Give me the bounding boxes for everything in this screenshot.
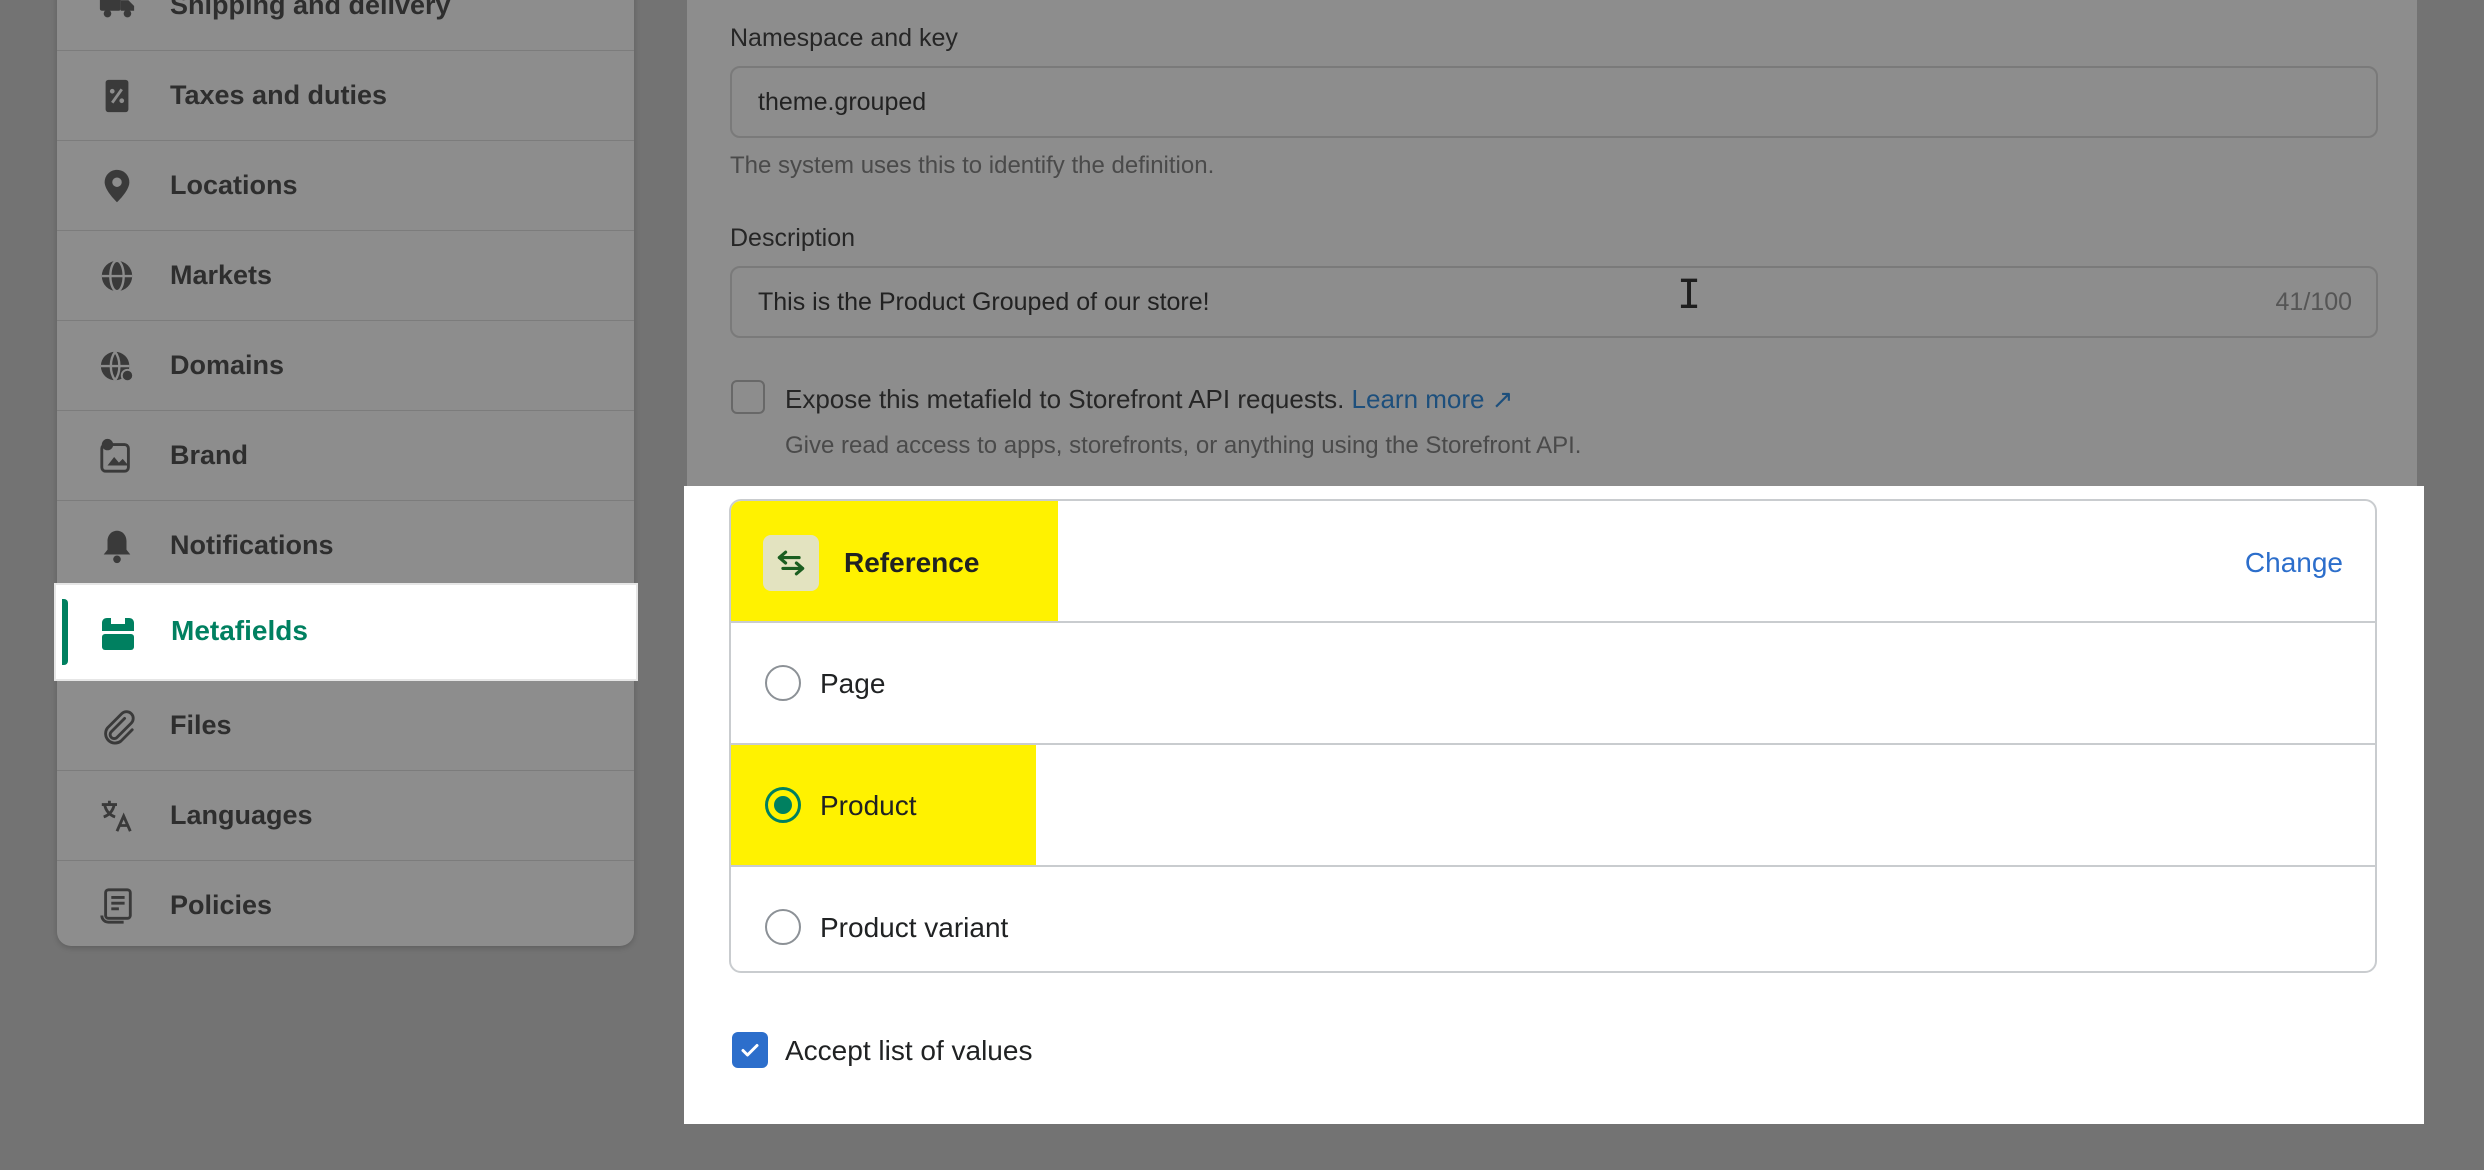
sidebar-item-label: Domains bbox=[170, 350, 285, 380]
type-option-page[interactable]: Page bbox=[731, 623, 2375, 745]
sidebar-item-policies[interactable]: Policies bbox=[57, 860, 634, 950]
sidebar-item-languages[interactable]: Languages bbox=[57, 770, 634, 860]
sidebar-item-label: Locations bbox=[170, 170, 298, 200]
option-label: Page bbox=[820, 668, 886, 699]
reference-icon bbox=[763, 535, 819, 591]
radio-product-variant[interactable] bbox=[765, 909, 801, 945]
type-option-product-variant[interactable]: Product variant bbox=[731, 867, 2375, 971]
paperclip-icon bbox=[97, 706, 137, 746]
metafields-icon bbox=[102, 618, 134, 650]
namespace-value: theme.grouped bbox=[758, 88, 927, 116]
radio-product[interactable] bbox=[765, 787, 801, 823]
sidebar-item-domains[interactable]: Domains bbox=[57, 320, 634, 410]
character-counter: 41/100 bbox=[2275, 288, 2352, 316]
accept-list-checkbox[interactable] bbox=[732, 1032, 768, 1068]
option-label: Product variant bbox=[820, 912, 1009, 943]
type-title: Reference bbox=[844, 547, 980, 578]
sidebar-item-label: Brand bbox=[170, 440, 249, 470]
sidebar-item-label: Languages bbox=[170, 800, 313, 830]
sidebar-item-label: Shipping and delivery bbox=[170, 0, 451, 20]
truck-icon bbox=[97, 0, 137, 25]
type-header-row: Reference Change bbox=[731, 501, 2375, 623]
reference-type-list: Reference Change Page Product Product va… bbox=[729, 499, 2377, 973]
description-value: This is the Product Grouped of our store… bbox=[758, 288, 1210, 316]
description-input[interactable]: This is the Product Grouped of our store… bbox=[730, 266, 2378, 338]
radio-page[interactable] bbox=[765, 665, 801, 701]
type-selection-panel: Reference Change Page Product Product va… bbox=[684, 486, 2424, 1124]
sidebar-item-taxes[interactable]: Taxes and duties bbox=[57, 50, 634, 140]
description-label: Description bbox=[730, 224, 856, 252]
sidebar-item-metafields[interactable]: Metafields bbox=[54, 583, 638, 681]
sidebar-item-markets[interactable]: Markets bbox=[57, 230, 634, 320]
sidebar-item-brand[interactable]: Brand bbox=[57, 410, 634, 500]
policy-icon bbox=[97, 886, 137, 926]
text-cursor-icon: I bbox=[1677, 272, 1702, 318]
option-label: Product bbox=[820, 790, 917, 821]
external-link-icon: ↗ bbox=[1491, 384, 1514, 414]
expose-storefront-checkbox[interactable] bbox=[731, 380, 765, 414]
sidebar-item-label: Markets bbox=[170, 260, 273, 290]
learn-more-link[interactable]: Learn more bbox=[1352, 384, 1485, 414]
expose-storefront-label: Expose this metafield to Storefront API … bbox=[785, 384, 1514, 415]
sidebar-item-shipping[interactable]: Shipping and delivery bbox=[57, 0, 634, 50]
expose-storefront-text: Expose this metafield to Storefront API … bbox=[785, 384, 1345, 414]
expose-storefront-help: Give read access to apps, storefronts, o… bbox=[785, 432, 1582, 459]
domain-globe-icon bbox=[97, 346, 137, 386]
sidebar-item-files[interactable]: Files bbox=[57, 680, 634, 770]
namespace-help-text: The system uses this to identify the def… bbox=[730, 152, 1215, 179]
sidebar-item-label: Files bbox=[170, 710, 232, 740]
checkmark-icon bbox=[741, 1044, 759, 1057]
brand-icon bbox=[97, 436, 137, 476]
sidebar-item-label: Policies bbox=[170, 890, 273, 920]
bell-icon bbox=[97, 526, 137, 566]
location-pin-icon bbox=[97, 166, 137, 206]
sidebar-item-label: Metafields bbox=[171, 615, 308, 646]
change-type-link[interactable]: Change bbox=[2245, 547, 2343, 579]
type-option-product[interactable]: Product bbox=[731, 745, 2375, 867]
sidebar-item-notifications[interactable]: Notifications bbox=[57, 500, 634, 590]
settings-sidebar: Shipping and delivery Taxes and duties L… bbox=[57, 0, 634, 946]
active-indicator bbox=[62, 599, 68, 665]
sidebar-item-label: Taxes and duties bbox=[170, 80, 388, 110]
translate-icon bbox=[97, 796, 137, 836]
sidebar-item-locations[interactable]: Locations bbox=[57, 140, 634, 230]
sidebar-item-label: Notifications bbox=[170, 530, 334, 560]
receipt-icon bbox=[97, 76, 137, 116]
globe-icon bbox=[97, 256, 137, 296]
accept-list-label: Accept list of values bbox=[785, 1035, 1033, 1066]
namespace-label: Namespace and key bbox=[730, 24, 958, 52]
namespace-input[interactable]: theme.grouped bbox=[730, 66, 2378, 138]
